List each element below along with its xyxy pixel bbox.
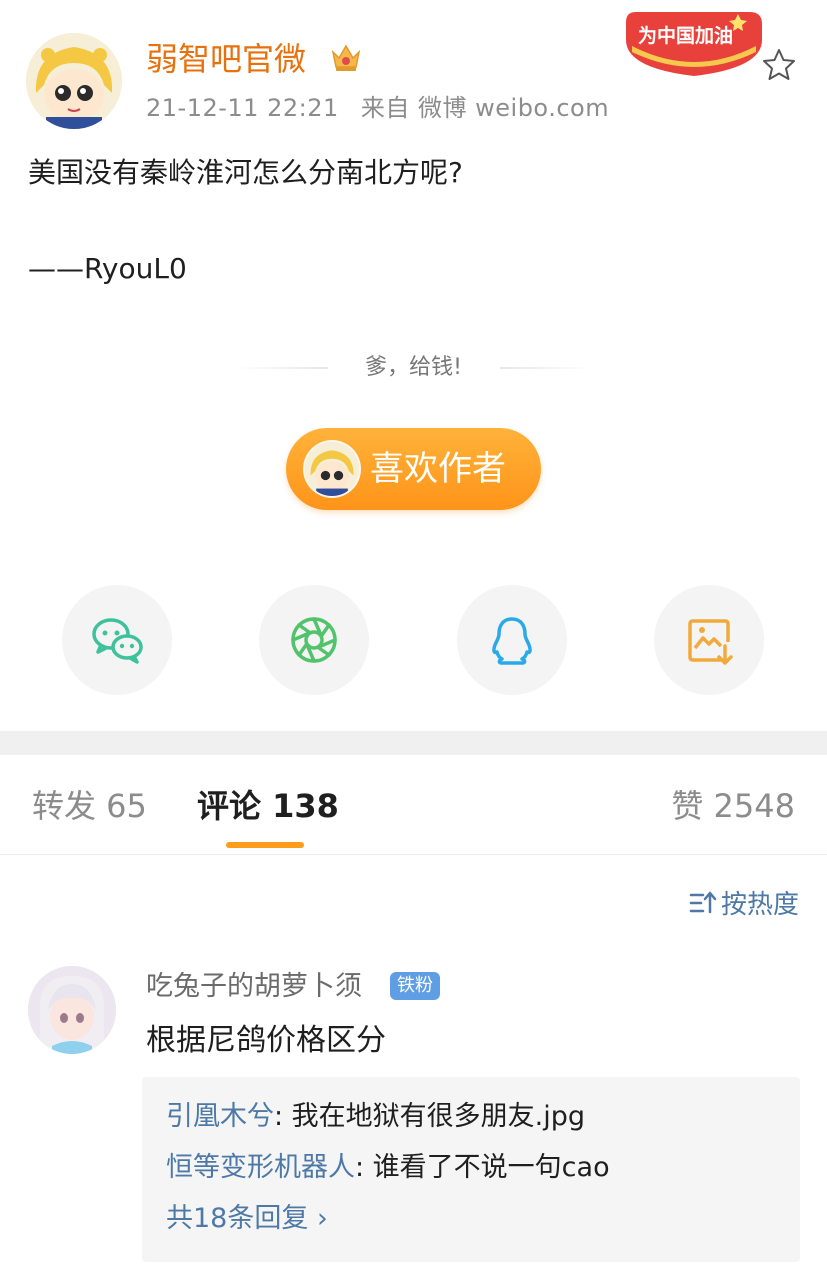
wechat-icon (92, 618, 143, 664)
comment-text: 根据尼鸽价格区分 (146, 1023, 386, 1058)
vip-crown-icon (329, 40, 363, 74)
section-divider (0, 731, 827, 755)
view-more-replies-link[interactable]: 共18条回复 › (166, 1199, 328, 1239)
favorite-star-icon[interactable] (760, 46, 798, 84)
author-name[interactable]: 弱智吧官微 (146, 38, 306, 80)
sort-label: 按热度 (720, 890, 799, 920)
like-author-button[interactable]: 喜欢作者 (286, 428, 541, 510)
share-save-image-button[interactable] (654, 585, 764, 695)
like-author-label: 喜欢作者 (370, 449, 506, 489)
qq-icon (492, 617, 532, 665)
sort-by-hot-button[interactable]: 按热度 (689, 887, 799, 923)
tip-text: 爹，给钱! (365, 355, 462, 380)
share-wechat-button[interactable] (62, 585, 172, 695)
reply-item: 引凰木兮: 我在地狱有很多朋友.jpg (166, 1097, 585, 1137)
anime-girl-avatar-icon (26, 33, 122, 129)
tab-like[interactable]: 赞 2548 (671, 784, 795, 828)
reply-user[interactable]: 恒等变形机器人 (166, 1152, 355, 1183)
commenter-avatar[interactable] (28, 966, 116, 1054)
anime-girl-avatar-icon (305, 442, 359, 496)
tabs-border (0, 854, 827, 855)
post-source: 来自 微博 weibo.com (360, 94, 610, 122)
replies-box: 引凰木兮: 我在地狱有很多朋友.jpg 恒等变形机器人: 谁看了不说一句cao … (142, 1077, 800, 1262)
author-avatar[interactable] (26, 33, 122, 129)
reply-item: 恒等变形机器人: 谁看了不说一句cao (166, 1148, 610, 1188)
reply-text: : 谁看了不说一句cao (355, 1152, 610, 1183)
anime-girl-avatar-icon (28, 966, 116, 1054)
event-badge-text: 为中国加油 (638, 25, 734, 47)
save-image-icon (688, 619, 733, 665)
like-author-avatar (303, 440, 361, 498)
post-meta: 21-12-11 22:21 来自 微博 weibo.com (146, 92, 609, 124)
sort-icon (689, 891, 717, 914)
post-timestamp: 21-12-11 22:21 (146, 94, 339, 122)
tab-comment[interactable]: 评论 138 (197, 784, 339, 828)
commenter-name[interactable]: 吃兔子的胡萝卜须 (146, 968, 362, 1006)
moments-icon (291, 617, 337, 663)
tip-divider-right (500, 367, 592, 369)
post-content-line: 美国没有秦岭淮河怎么分南北方呢? (28, 156, 463, 189)
fan-badge: 铁粉 (390, 972, 440, 1000)
event-badge[interactable]: 为中国加油 (620, 6, 768, 80)
tip-section: 爹，给钱! (0, 348, 827, 388)
tab-repost[interactable]: 转发 65 (32, 784, 147, 828)
post-content-line: ——RyouL0 (28, 252, 187, 285)
reply-text: : 我在地狱有很多朋友.jpg (274, 1101, 586, 1132)
active-tab-indicator (226, 842, 304, 848)
reply-user[interactable]: 引凰木兮 (166, 1101, 274, 1132)
share-moments-button[interactable] (259, 585, 369, 695)
share-qq-button[interactable] (457, 585, 567, 695)
